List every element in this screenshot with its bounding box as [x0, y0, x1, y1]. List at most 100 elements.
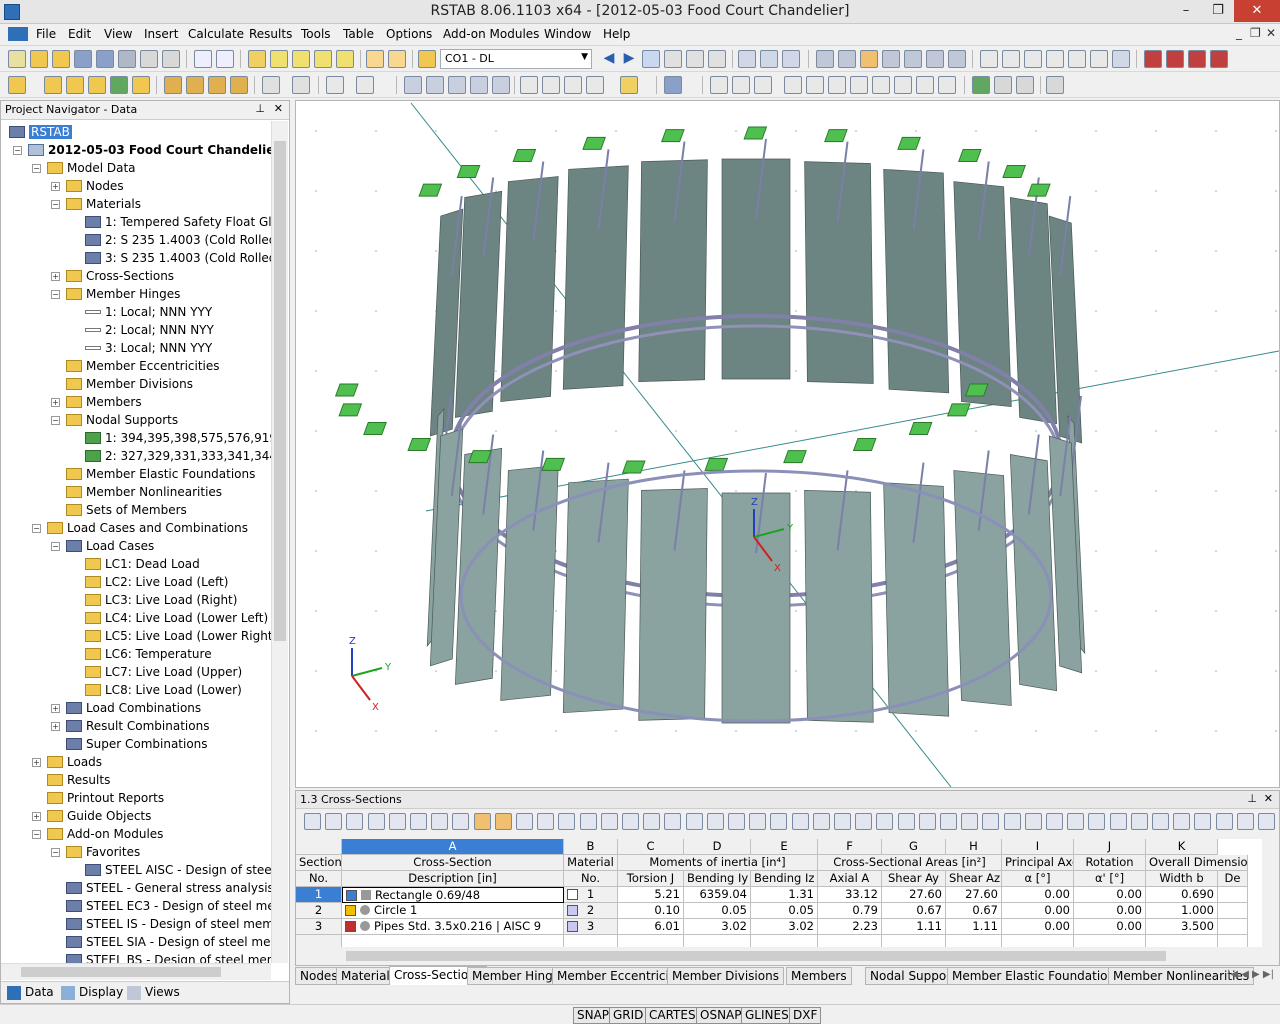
table-horizontal-scrollbar[interactable] [296, 947, 1262, 965]
rotate-icon[interactable] [882, 50, 900, 68]
move-icon[interactable] [860, 50, 878, 68]
chandelier-3d-model[interactable]: ZYXZYX [296, 101, 1279, 787]
save-icon[interactable] [96, 50, 114, 68]
pdf-icon[interactable] [1210, 50, 1228, 68]
tree-item[interactable]: 2: 327,329,331,333,341,344,567-5 [85, 447, 271, 465]
table-tool-icon[interactable] [1131, 813, 1148, 830]
tree-item[interactable]: LC7: Live Load (Upper) [85, 663, 242, 681]
tree-expander[interactable]: − [32, 164, 41, 173]
tree-expander[interactable]: + [51, 722, 60, 731]
import-icon[interactable] [1166, 50, 1184, 68]
tree-item[interactable]: RSTAB [9, 123, 72, 141]
mdi-doc-icon[interactable] [8, 27, 28, 41]
result-n-icon[interactable] [710, 76, 728, 94]
table-tool-icon[interactable] [1110, 813, 1127, 830]
result-deform-icon[interactable] [732, 76, 750, 94]
zoom-all-icon[interactable] [948, 50, 966, 68]
tree-expander[interactable]: + [51, 272, 60, 281]
tree-item[interactable]: 3: Local; NNN YYY [85, 339, 212, 357]
menu-options[interactable]: Options [386, 27, 432, 41]
table-tool-icon[interactable] [940, 813, 957, 830]
deformation-icon[interactable] [738, 50, 756, 68]
tab-display[interactable]: Display [79, 985, 123, 999]
table-tool-icon[interactable] [410, 813, 427, 830]
tree-item[interactable]: 2: S 235 1.4003 (Cold Rolled Strip [85, 231, 271, 249]
tree-item[interactable]: 3: S 235 1.4003 (Cold Rolled Strip [85, 249, 271, 267]
undo-icon[interactable] [194, 50, 212, 68]
table-tool-icon[interactable] [495, 813, 512, 830]
tree-expander[interactable]: − [51, 416, 60, 425]
table-tool-icon[interactable] [537, 813, 554, 830]
pin-icon[interactable]: ⊥ [255, 102, 265, 115]
tab-data[interactable]: Data [25, 985, 54, 999]
tree-item[interactable]: Model Data [47, 159, 136, 177]
table-tool-icon[interactable] [452, 813, 469, 830]
tree-expander[interactable]: + [51, 704, 60, 713]
table-tool-icon[interactable] [919, 813, 936, 830]
dxf-icon[interactable] [1188, 50, 1206, 68]
save-all-icon[interactable] [74, 50, 92, 68]
filter-x-icon[interactable] [520, 76, 538, 94]
scroll-thumb[interactable] [21, 967, 221, 977]
grid-icon[interactable] [838, 50, 856, 68]
redo-icon[interactable] [216, 50, 234, 68]
table-tool-icon[interactable] [622, 813, 639, 830]
tree-expander[interactable]: + [32, 758, 41, 767]
tree-item[interactable]: STEEL - General stress analysis of st [66, 879, 271, 897]
menu-file[interactable]: File [36, 27, 56, 41]
tree-expander[interactable]: + [51, 398, 60, 407]
table-tool-icon[interactable] [346, 813, 363, 830]
tree-item[interactable]: Nodal Supports [66, 411, 178, 429]
tree-item[interactable]: Add-on Modules [47, 825, 163, 843]
tree-item[interactable]: Nodes [66, 177, 124, 195]
pin-icon[interactable]: ⊥ [1247, 792, 1257, 805]
table-tool-icon[interactable] [728, 813, 745, 830]
results-max-icon[interactable] [686, 50, 704, 68]
tree-expander[interactable]: − [51, 848, 60, 857]
set-of-members-icon[interactable] [66, 76, 84, 94]
render-icon[interactable] [816, 50, 834, 68]
print-preview-icon[interactable] [140, 50, 158, 68]
tree-item[interactable]: Materials [66, 195, 141, 213]
table-tool-icon[interactable] [474, 813, 491, 830]
tree-item[interactable]: Results [47, 771, 110, 789]
minimize-button[interactable]: – [1170, 0, 1202, 22]
table-tool-icon[interactable] [855, 813, 872, 830]
tree-item[interactable]: Loads [47, 753, 102, 771]
member-division-icon[interactable] [88, 76, 106, 94]
scroll-thumb[interactable] [346, 951, 1166, 961]
previous-loadcase-icon[interactable]: ◀ [600, 50, 618, 68]
snap-toggle[interactable]: SNAP [573, 1007, 613, 1024]
tree-item[interactable]: 1: Local; NNN YYY [85, 303, 212, 321]
imposed-load-icon[interactable] [230, 76, 248, 94]
menu-calculate[interactable]: Calculate [188, 27, 244, 41]
model-viewport[interactable]: ZYXZYX [295, 100, 1280, 788]
table-tool-icon[interactable] [1067, 813, 1084, 830]
table-tool-icon[interactable] [643, 813, 660, 830]
table-tool-icon[interactable] [1046, 813, 1063, 830]
results-min-icon[interactable] [708, 50, 726, 68]
result-vz-icon[interactable] [828, 76, 846, 94]
tree-item[interactable]: Super Combinations [66, 735, 208, 753]
menu-results[interactable]: Results [249, 27, 292, 41]
menu-window[interactable]: Window [544, 27, 591, 41]
tree-item[interactable]: LC4: Live Load (Lower Left) [85, 609, 268, 627]
zoom-out-icon[interactable] [426, 76, 444, 94]
tree-item[interactable]: LC6: Temperature [85, 645, 212, 663]
table-tool-icon[interactable] [1088, 813, 1105, 830]
menu-insert[interactable]: Insert [144, 27, 178, 41]
view-settings-icon[interactable] [1112, 50, 1130, 68]
filter-neg-x-icon[interactable] [586, 76, 604, 94]
view-z-icon[interactable] [1024, 50, 1042, 68]
folder-view-icon[interactable] [336, 50, 354, 68]
export-icon[interactable] [1144, 50, 1162, 68]
node-icon[interactable] [8, 76, 26, 94]
result-my-icon[interactable] [872, 76, 890, 94]
tree-item[interactable]: Member Eccentricities [66, 357, 220, 375]
result-pz-icon[interactable] [938, 76, 956, 94]
glines-toggle[interactable]: GLINES [741, 1007, 793, 1024]
guide-line-icon[interactable] [262, 76, 280, 94]
view-iso-icon[interactable] [1046, 50, 1064, 68]
table-tool-icon[interactable] [601, 813, 618, 830]
member-load-icon[interactable] [186, 76, 204, 94]
